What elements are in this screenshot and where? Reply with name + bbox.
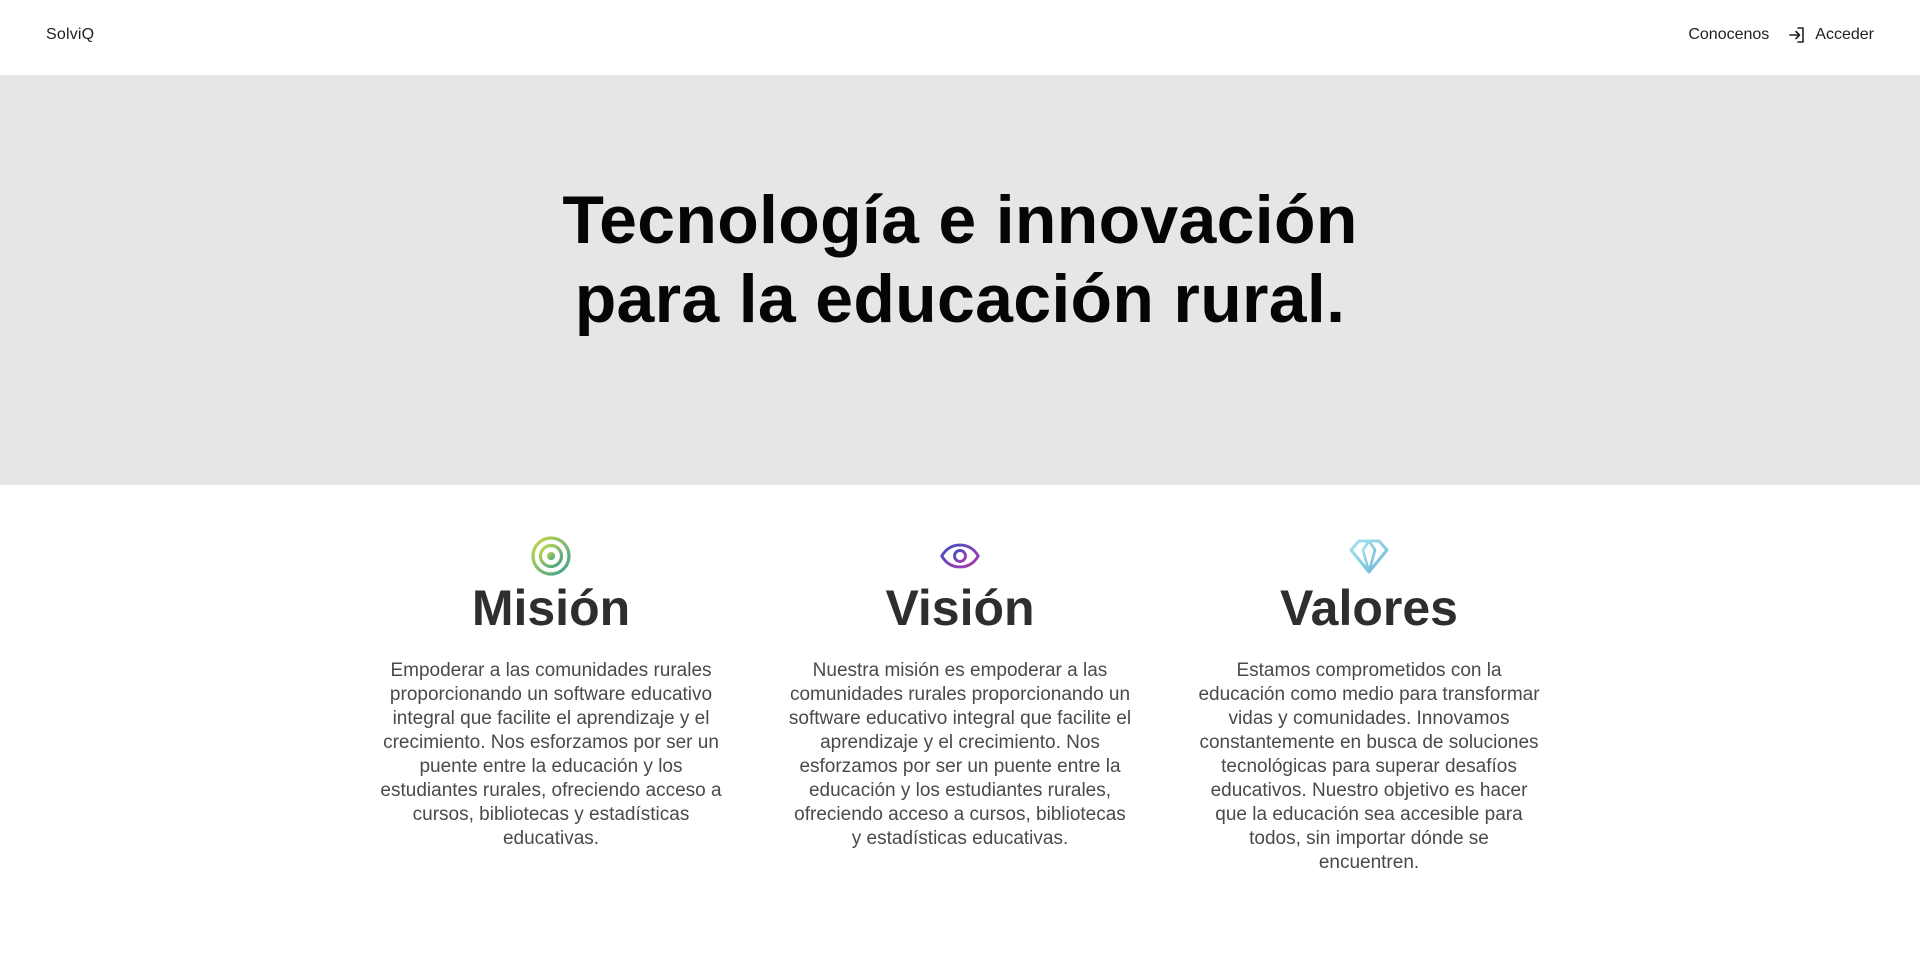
eye-icon: [939, 535, 981, 577]
top-navigation-bar: SolviQ Conocenos Acceder: [0, 0, 1920, 75]
feature-mision: Misión Empoderar a las comunidades rural…: [373, 535, 730, 953]
feature-text-mision: Empoderar a las comunidades rurales prop…: [380, 660, 722, 849]
diamond-icon: [1348, 535, 1390, 577]
feature-vision: Visión Nuestra misión es empoderar a las…: [782, 535, 1139, 953]
brand-logo-text[interactable]: SolviQ: [46, 26, 94, 44]
feature-valores: Valores Estamos comprometidos con la edu…: [1191, 535, 1548, 953]
target-icon: [530, 535, 572, 577]
feature-text-valores: Estamos comprometidos con la educación c…: [1198, 660, 1540, 873]
feature-title-mision: Misión: [471, 580, 631, 636]
hero-title-line-2: para la educación rural.: [574, 261, 1346, 337]
feature-title-vision: Visión: [885, 580, 1035, 636]
hero-title: Tecnología e innovación para la educació…: [562, 181, 1357, 339]
login-button[interactable]: Acceder: [1787, 25, 1874, 45]
nav-link-conocenos[interactable]: Conocenos: [1688, 26, 1769, 44]
hero-banner: Tecnología e innovación para la educació…: [0, 75, 1920, 485]
main-nav: Conocenos Acceder: [1688, 25, 1874, 45]
hero-title-line-1: Tecnología e innovación: [562, 182, 1358, 258]
login-label: Acceder: [1815, 26, 1874, 43]
feature-title-valores: Valores: [1280, 580, 1458, 636]
features-section: Misión Empoderar a las comunidades rural…: [0, 485, 1920, 953]
login-icon: [1787, 25, 1807, 45]
feature-text-vision: Nuestra misión es empoderar a las comuni…: [788, 660, 1132, 849]
